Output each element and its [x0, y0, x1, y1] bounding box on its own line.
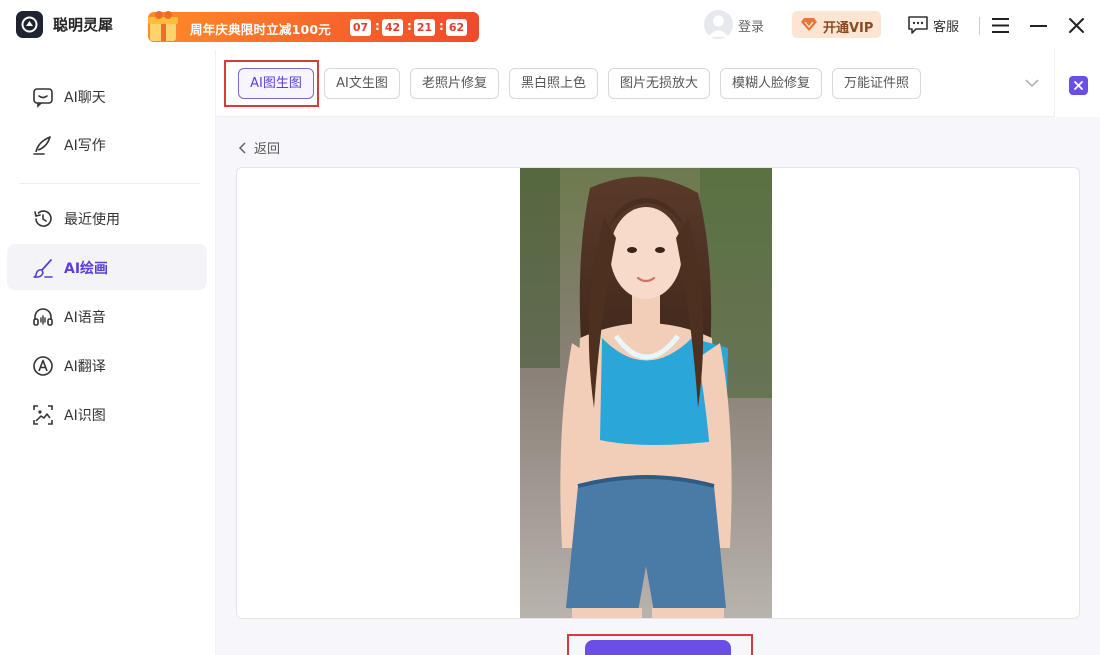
headphones-icon	[33, 308, 53, 326]
promo-banner[interactable]: 周年庆典限时立减100元 07 : 42 : 21 : 62	[148, 11, 479, 42]
customer-service-link[interactable]: 客服	[933, 16, 959, 35]
close-icon[interactable]	[1067, 16, 1086, 35]
main-panel: AI图生图 AI文生图 老照片修复 黑白照上色 图片无损放大 模糊人脸修复 万能…	[216, 50, 1100, 655]
tab-colorize[interactable]: 黑白照上色	[509, 68, 598, 99]
sidebar-item-ai-chat[interactable]: AI聊天	[7, 73, 207, 119]
translate-icon	[33, 356, 53, 376]
minimize-icon[interactable]	[1030, 25, 1047, 27]
tab-ai-text-to-image[interactable]: AI文生图	[324, 68, 400, 99]
active-tab-highlight	[224, 60, 319, 107]
tab-lossless-upscale[interactable]: 图片无损放大	[608, 68, 710, 99]
customer-service-icon[interactable]	[907, 15, 929, 34]
countdown-centiseconds: 62	[446, 19, 467, 36]
sidebar-item-ai-painting[interactable]: AI绘画	[7, 244, 207, 290]
pen-icon	[33, 136, 51, 155]
generated-image	[520, 168, 772, 618]
sidebar-item-ai-translate[interactable]: AI翻译	[7, 342, 207, 388]
countdown-separator: :	[439, 19, 444, 33]
sidebar-item-label: AI写作	[64, 138, 106, 154]
sidebar-divider	[20, 183, 200, 184]
gift-icon	[148, 11, 178, 41]
menu-icon[interactable]	[992, 18, 1009, 33]
sidebar-item-ai-voice[interactable]: AI语音	[7, 293, 207, 339]
brush-icon	[33, 259, 53, 278]
back-label: 返回	[254, 142, 281, 157]
scan-image-icon	[33, 405, 53, 425]
countdown-seconds: 21	[414, 19, 435, 36]
side-panel-toggle	[1054, 50, 1100, 117]
vip-label: 开通VIP	[823, 21, 874, 36]
login-link[interactable]: 登录	[738, 16, 764, 35]
back-link[interactable]: 返回	[238, 138, 280, 157]
sidebar-item-label: AI聊天	[64, 90, 106, 106]
generate-button[interactable]	[585, 640, 731, 655]
divider	[979, 17, 980, 35]
vip-button[interactable]: 开通VIP	[792, 11, 881, 38]
tab-old-photo-restore[interactable]: 老照片修复	[410, 68, 499, 99]
sidebar-item-recent[interactable]: 最近使用	[7, 195, 207, 241]
image-preview-area	[236, 167, 1080, 619]
app-name: 聪明灵犀	[53, 16, 114, 34]
countdown-minutes: 42	[382, 19, 403, 36]
tool-tabs: AI图生图 AI文生图 老照片修复 黑白照上色 图片无损放大 模糊人脸修复 万能…	[216, 50, 1054, 117]
sidebar-item-label: AI绘画	[64, 261, 109, 277]
chat-icon	[33, 88, 53, 108]
tab-face-restore[interactable]: 模糊人脸修复	[720, 68, 822, 99]
sidebar-item-label: 最近使用	[64, 212, 120, 228]
diamond-icon	[801, 18, 817, 31]
sidebar-item-label: AI语音	[64, 310, 106, 326]
countdown-separator: :	[375, 19, 380, 33]
sidebar-item-ai-recognition[interactable]: AI识图	[7, 391, 207, 437]
sidebar-item-label: AI识图	[64, 408, 106, 424]
sidebar-item-label: AI翻译	[64, 359, 106, 375]
history-icon	[34, 210, 52, 227]
app-logo-icon	[16, 11, 43, 38]
sidebar: AI聊天 AI写作 最近使用 AI绘画 AI语音 AI翻译 AI识图	[0, 50, 216, 655]
title-bar: 聪明灵犀 周年庆典限时立减100元 07 : 42 : 21 : 62 登录 开…	[0, 0, 1100, 50]
countdown-hours: 07	[350, 19, 371, 36]
user-icon	[708, 15, 729, 37]
promo-text: 周年庆典限时立减100元	[190, 22, 331, 37]
chevron-left-icon	[238, 141, 246, 154]
sidebar-item-ai-writing[interactable]: AI写作	[7, 121, 207, 167]
close-icon	[1074, 81, 1083, 90]
tab-id-photo[interactable]: 万能证件照	[832, 68, 921, 99]
close-panel-button[interactable]	[1069, 76, 1088, 95]
chevron-down-icon[interactable]	[1024, 78, 1040, 88]
avatar[interactable]	[704, 10, 733, 39]
countdown-separator: :	[407, 19, 412, 33]
